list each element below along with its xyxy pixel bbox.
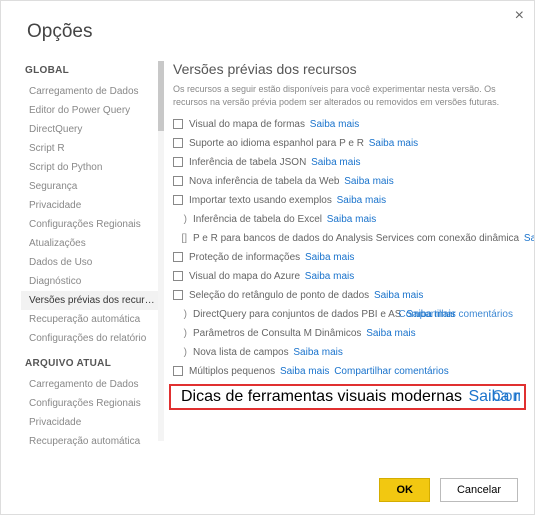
option-row: Nova inferência de tabela da Web Saiba m… bbox=[173, 175, 534, 188]
cancel-button[interactable]: Cancelar bbox=[440, 478, 518, 502]
option-label: Visual do mapa de formas Saiba mais bbox=[189, 118, 359, 131]
option-row: ) DirectQuery para conjuntos de dados PBI… bbox=[173, 308, 534, 321]
option-row: Proteção de informações Saiba mais bbox=[173, 251, 534, 264]
option-row: Visual do mapa do Azure Saiba mais bbox=[173, 270, 534, 283]
option-label: Importar texto usando exemplos Saiba mai… bbox=[189, 194, 386, 207]
checkbox[interactable] bbox=[173, 252, 183, 262]
option-row: [] P e R para bancos de dados do Analysis… bbox=[173, 232, 534, 245]
share-comments-link[interactable]: Compartilhar comentários bbox=[488, 388, 520, 405]
learn-more-link[interactable]: Saiba mais bbox=[366, 328, 415, 339]
dialog-title: Opções bbox=[1, 1, 534, 61]
share-comments-link[interactable]: Compartilhar comentários bbox=[396, 309, 513, 320]
option-label: Inferência de tabela do Excel Saiba mais bbox=[193, 213, 376, 226]
option-label: Seleção do retângulo de ponto de dados S… bbox=[189, 289, 423, 302]
close-icon[interactable]: × bbox=[515, 7, 524, 25]
option-row: ) Parâmetros de Consulta M Dinâmicos Saib… bbox=[173, 327, 534, 340]
sidebar-item[interactable]: Dados de Uso bbox=[21, 253, 158, 272]
learn-more-link[interactable]: Saiba mais bbox=[311, 157, 360, 168]
learn-more-link[interactable]: Saiba mais bbox=[374, 290, 423, 301]
sidebar-item[interactable]: Configurações Regionais bbox=[21, 215, 158, 234]
sidebar-item[interactable]: Segurança bbox=[21, 177, 158, 196]
option-row: Importar texto usando exemplos Saiba mai… bbox=[173, 194, 534, 207]
checkbox[interactable] bbox=[173, 138, 183, 148]
section-title: Versões prévias dos recursos bbox=[173, 61, 534, 77]
option-row: Visual do mapa de formas Saiba mais bbox=[173, 118, 534, 131]
checkbox[interactable] bbox=[173, 176, 183, 186]
sidebar-item[interactable]: Script R bbox=[21, 139, 158, 158]
learn-more-link[interactable]: Saiba mais bbox=[280, 366, 329, 377]
sidebar-header-global: GLOBAL bbox=[21, 61, 158, 82]
option-label: Dicas de ferramentas visuais modernas Sa… bbox=[181, 388, 520, 406]
sidebar-item[interactable]: Carregamento de Dados bbox=[21, 82, 158, 101]
sidebar-item[interactable]: Versões prévias dos recursos bbox=[21, 291, 158, 310]
sidebar-item[interactable]: Recuperação automática bbox=[21, 310, 158, 329]
sidebar-header-current: ARQUIVO ATUAL bbox=[21, 354, 158, 375]
option-label: Nova lista de campos Saiba mais bbox=[193, 346, 343, 359]
checkbox[interactable] bbox=[173, 119, 183, 129]
learn-more-link[interactable]: Saiba mais bbox=[310, 119, 359, 130]
sidebar-item[interactable]: Carregamento de Dados bbox=[21, 375, 158, 394]
indent-marker: ) bbox=[173, 346, 187, 359]
sidebar-item[interactable]: Diagnóstico bbox=[21, 272, 158, 291]
option-row: ) Nova lista de campos Saiba mais bbox=[173, 346, 534, 359]
scrollbar[interactable] bbox=[158, 61, 164, 441]
sidebar-item[interactable]: Atualizações bbox=[21, 234, 158, 253]
share-comments-link[interactable]: Compartilhar comentários bbox=[331, 366, 448, 377]
sidebar-item[interactable]: Script do Python bbox=[21, 158, 158, 177]
checkbox[interactable] bbox=[173, 366, 183, 376]
learn-more-link[interactable]: Saiba mais bbox=[369, 138, 418, 149]
learn-more-link[interactable]: Saiba mais bbox=[524, 233, 534, 244]
option-row: Múltiplos pequenos Saiba mais Compartilh… bbox=[173, 365, 534, 378]
learn-more-link[interactable]: Saiba mais bbox=[305, 271, 354, 282]
indent-marker: [] bbox=[173, 232, 187, 245]
content-panel: Versões prévias dos recursos Os recursos… bbox=[159, 61, 534, 451]
option-row: ) Inferência de tabela do Excel Saiba mai… bbox=[173, 213, 534, 226]
option-label: Nova inferência de tabela da Web Saiba m… bbox=[189, 175, 394, 188]
option-label: P e R para bancos de dados do Analysis S… bbox=[193, 232, 534, 245]
scrollbar-thumb[interactable] bbox=[158, 61, 164, 131]
sidebar-item[interactable]: Privacidade bbox=[21, 196, 158, 215]
learn-more-link[interactable]: Saiba mais bbox=[327, 214, 376, 225]
learn-more-link[interactable]: Saiba mais bbox=[344, 176, 393, 187]
learn-more-link[interactable]: Saiba mais bbox=[337, 195, 386, 206]
option-label: DirectQuery para conjuntos de dados PBI … bbox=[193, 308, 513, 321]
option-label: Inferência de tabela JSON Saiba mais bbox=[189, 156, 361, 169]
indent-marker: ) bbox=[173, 213, 187, 226]
option-row: Seleção do retângulo de ponto de dados S… bbox=[173, 289, 534, 302]
sidebar: GLOBAL Carregamento de DadosEditor do Po… bbox=[21, 61, 159, 451]
sidebar-item[interactable]: Configurações Regionais bbox=[21, 394, 158, 413]
checkbox[interactable] bbox=[173, 195, 183, 205]
sidebar-item[interactable]: Editor do Power Query bbox=[21, 101, 158, 120]
learn-more-link[interactable]: Saiba mais bbox=[305, 252, 354, 263]
option-row: Inferência de tabela JSON Saiba mais bbox=[173, 156, 534, 169]
ok-button[interactable]: OK bbox=[379, 478, 430, 502]
section-desc: Os recursos a seguir estão disponíveis p… bbox=[173, 83, 534, 108]
sidebar-item[interactable]: DirectQuery bbox=[21, 120, 158, 139]
option-label: Visual do mapa do Azure Saiba mais bbox=[189, 270, 354, 283]
checkbox[interactable] bbox=[173, 290, 183, 300]
indent-marker: ) bbox=[173, 308, 187, 321]
sidebar-item[interactable]: Configurações do relatório bbox=[21, 329, 158, 348]
option-label: Suporte ao idioma espanhol para P e R Sa… bbox=[189, 137, 418, 150]
option-label: Múltiplos pequenos Saiba mais Compartilh… bbox=[189, 365, 449, 378]
checkbox[interactable] bbox=[173, 271, 183, 281]
option-label: Proteção de informações Saiba mais bbox=[189, 251, 354, 264]
learn-more-link[interactable]: Saiba mais bbox=[293, 347, 342, 358]
sidebar-item[interactable]: Recuperação automática bbox=[21, 432, 158, 451]
option-label: Parâmetros de Consulta M Dinâmicos Saiba… bbox=[193, 327, 416, 340]
option-row: Suporte ao idioma espanhol para P e R Sa… bbox=[173, 137, 534, 150]
checkbox[interactable] bbox=[173, 157, 183, 167]
highlighted-option: Dicas de ferramentas visuais modernas Sa… bbox=[169, 384, 526, 410]
indent-marker: ) bbox=[173, 327, 187, 340]
sidebar-item[interactable]: Privacidade bbox=[21, 413, 158, 432]
